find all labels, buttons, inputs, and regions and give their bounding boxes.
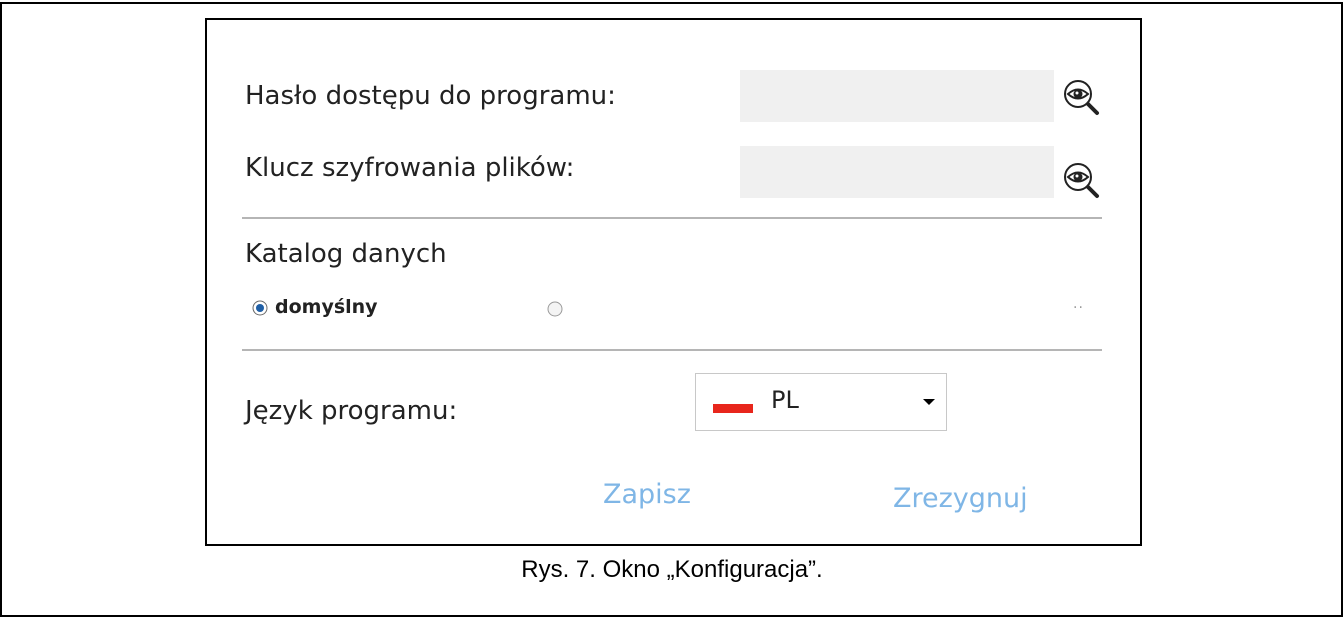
eye-magnifier-icon[interactable] (1062, 77, 1102, 117)
figure-caption: Rys. 7. Okno „Konfiguracja”. (521, 556, 823, 583)
encryption-key-label: Klucz szyfrowania plików: (245, 153, 575, 183)
browse-button[interactable]: ·· (1073, 300, 1084, 316)
section-divider (242, 217, 1102, 219)
eye-magnifier-icon[interactable] (1062, 160, 1102, 200)
chevron-down-icon (923, 399, 935, 405)
password-field[interactable] (740, 70, 1054, 122)
encryption-key-field[interactable] (740, 146, 1054, 198)
radio-default-label: domyślny (275, 296, 378, 318)
cancel-button[interactable]: Zrezygnuj (893, 482, 1028, 516)
section-divider (242, 349, 1102, 351)
save-button[interactable]: Zapisz (603, 478, 691, 512)
language-label: Język programu: (245, 396, 458, 426)
radio-custom-directory[interactable] (547, 301, 563, 317)
configuration-dialog: Hasło dostępu do programu: Klucz szyfrow… (205, 18, 1142, 546)
language-select[interactable]: PL (695, 373, 947, 431)
poland-flag-icon (713, 404, 753, 413)
radio-default-directory[interactable] (252, 300, 268, 316)
password-label: Hasło dostępu do programu: (245, 81, 616, 111)
data-directory-heading: Katalog danych (245, 239, 447, 269)
language-select-value: PL (771, 386, 799, 414)
